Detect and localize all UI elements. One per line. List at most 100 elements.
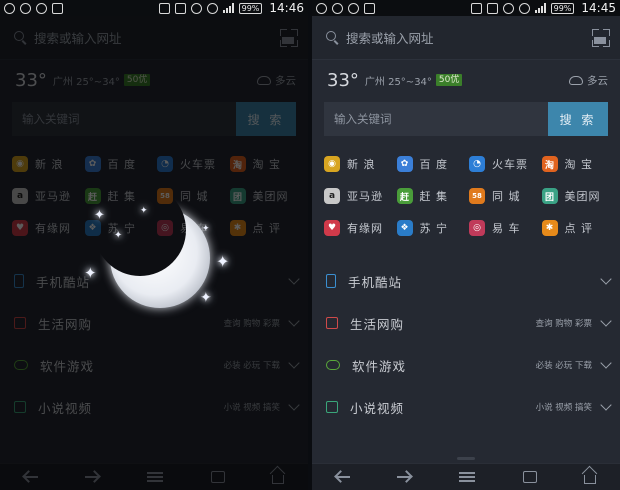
site-youyuan[interactable]: ♥ 有缘网: [12, 212, 85, 244]
site-taobao[interactable]: 淘淘 宝: [541, 148, 615, 180]
home-icon[interactable]: [584, 475, 597, 484]
cloud-icon: [569, 75, 583, 85]
status-time: 14:45: [581, 1, 616, 15]
site-suning[interactable]: ❖苏 宁: [396, 212, 470, 244]
category-software-games[interactable]: 软件游戏 必装 必玩 下载: [0, 344, 308, 386]
back-icon[interactable]: [23, 476, 38, 478]
city-range: 广州 25°~34°: [52, 76, 120, 88]
gamepad-icon: [326, 360, 340, 370]
site-sina[interactable]: ◉ 新 浪: [12, 148, 85, 180]
search-button[interactable]: 搜 索: [236, 102, 296, 136]
scan-icon[interactable]: [280, 28, 298, 47]
site-tongcheng[interactable]: 58 同 城: [469, 180, 542, 212]
category-list: 手机酷站 生活网购 查询 购物 彩票 软件游戏 必装 必玩 下载 小说视频 小说 视频…: [312, 260, 620, 428]
category-mobile-sites[interactable]: 手机酷站: [312, 260, 620, 302]
site-ganji[interactable]: 赶赶 集: [396, 180, 470, 212]
chevron-down-icon[interactable]: [600, 399, 612, 411]
play-icon: [326, 401, 338, 413]
menu-icon[interactable]: [146, 472, 163, 482]
url-bar[interactable]: 搜索或输入网址: [312, 16, 620, 60]
chevron-down-icon[interactable]: [288, 315, 300, 327]
dianping-icon: ✱: [541, 220, 558, 236]
site-meituan[interactable]: 团美团网: [541, 180, 615, 212]
url-input[interactable]: 搜索或输入网址: [346, 28, 592, 47]
forward-icon[interactable]: [85, 476, 100, 478]
wifi-icon: [518, 2, 530, 14]
tabs-icon[interactable]: [210, 471, 225, 483]
site-taobao[interactable]: 淘淘 宝: [229, 148, 303, 180]
train-icon: ◔: [157, 156, 173, 172]
site-baidu[interactable]: ✿ 百 度: [84, 148, 158, 180]
right-screen: 99% 14:45 搜索或输入网址 33° 广州 25°~34° 50优 多云 …: [312, 0, 620, 490]
android-icon: [364, 2, 375, 14]
site-dianping[interactable]: ✱ 点 评: [541, 212, 615, 244]
status-bar: 99% 14:45: [312, 0, 620, 16]
ganji-icon: 赶: [396, 188, 413, 204]
taobao-icon: 淘: [541, 156, 558, 172]
weather-condition: 多云: [275, 74, 296, 87]
shopping-icon: [326, 317, 338, 329]
shopping-icon: [14, 317, 26, 329]
left-screen: 99% 14:46 搜索或输入网址 33° 广州 25°~34° 50优 多云 …: [0, 0, 308, 490]
site-meituan[interactable]: 团美团网: [229, 180, 303, 212]
signal-icon: [222, 3, 234, 13]
keyword-search: 输入关键词 搜 索: [12, 102, 296, 136]
category-novels-video[interactable]: 小说视频 小说 视频 搞笑: [0, 386, 308, 428]
site-baidu[interactable]: ✿ 百 度: [396, 148, 470, 180]
sina-icon: ◉: [324, 156, 340, 172]
weather-widget[interactable]: 33° 广州 25°~34° 50优 多云: [0, 60, 308, 100]
keyword-input[interactable]: 输入关键词: [324, 102, 548, 136]
menu-icon[interactable]: [458, 472, 475, 482]
sparkle-icon: ✦: [84, 264, 97, 282]
category-software-games[interactable]: 软件游戏 必装 必玩 下载: [312, 344, 620, 386]
keyword-search: 输入关键词 搜 索: [324, 102, 608, 136]
aqi-badge: 50优: [123, 74, 151, 86]
site-train[interactable]: ◔ 火车票: [469, 148, 542, 180]
youyuan-icon: ♥: [12, 220, 28, 236]
keyword-input[interactable]: 输入关键词: [12, 102, 236, 136]
chevron-down-icon[interactable]: [600, 315, 612, 327]
amazon-icon: a: [324, 188, 340, 204]
forward-icon[interactable]: [397, 476, 412, 478]
search-button[interactable]: 搜 索: [548, 102, 608, 136]
chevron-down-icon[interactable]: [288, 399, 300, 411]
weather-condition: 多云: [587, 74, 608, 87]
alarm-icon: [190, 2, 202, 14]
site-amazon[interactable]: a 亚马逊: [12, 180, 85, 212]
site-dianping[interactable]: ✱ 点 评: [229, 212, 303, 244]
gamepad-icon: [14, 360, 28, 370]
battery-icon: 99%: [238, 2, 263, 14]
baidu-icon: ✿: [84, 156, 101, 172]
site-amazon[interactable]: a 亚马逊: [324, 180, 397, 212]
site-sina[interactable]: ◉ 新 浪: [324, 148, 397, 180]
temperature: 33°: [15, 69, 47, 91]
url-bar[interactable]: 搜索或输入网址: [0, 16, 308, 60]
site-train[interactable]: ◔ 火车票: [157, 148, 230, 180]
home-icon[interactable]: [272, 475, 285, 484]
site-youyuan[interactable]: ♥ 有缘网: [324, 212, 397, 244]
aqi-badge: 50优: [435, 74, 463, 86]
category-shopping[interactable]: 生活网购 查询 购物 彩票: [312, 302, 620, 344]
battery-icon: 99%: [550, 2, 575, 14]
phone-icon: [14, 274, 24, 288]
alarm-icon: [502, 2, 514, 14]
messenger-icon: [332, 2, 343, 14]
weather-widget[interactable]: 33° 广州 25°~34° 50优 多云: [312, 60, 620, 100]
android-icon: [52, 2, 63, 14]
nfc-icon: [486, 2, 498, 14]
night-mode-moon: ✦ ✦ ✦ ✦ ✦ ✦ ✦: [82, 190, 232, 320]
tongcheng-icon: 58: [469, 188, 485, 204]
tabs-icon[interactable]: [522, 471, 537, 483]
chevron-down-icon[interactable]: [600, 357, 612, 369]
site-yiche[interactable]: ◎易 车: [469, 212, 542, 244]
chevron-down-icon[interactable]: [600, 273, 612, 285]
scan-icon[interactable]: [592, 28, 610, 47]
nfc-icon: [174, 2, 186, 14]
back-icon[interactable]: [335, 476, 350, 478]
chevron-down-icon[interactable]: [288, 273, 300, 285]
status-time: 14:46: [269, 1, 304, 15]
sina-icon: ◉: [12, 156, 28, 172]
url-input[interactable]: 搜索或输入网址: [34, 28, 280, 47]
chevron-down-icon[interactable]: [288, 357, 300, 369]
category-novels-video[interactable]: 小说视频 小说 视频 搞笑: [312, 386, 620, 428]
